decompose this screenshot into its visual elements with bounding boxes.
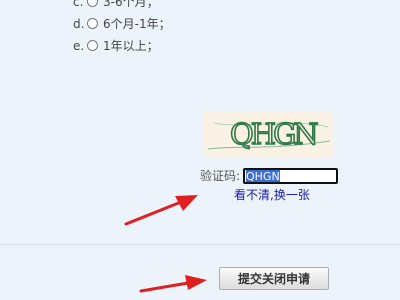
annotation-arrow-captcha bbox=[124, 195, 198, 226]
captcha-image[interactable]: QHGN bbox=[204, 111, 334, 157]
option-label: 3-6个月； bbox=[103, 0, 159, 9]
captcha-drawing: QHGN bbox=[207, 116, 331, 152]
radio-button[interactable] bbox=[87, 18, 98, 29]
option-label: 6个月-1年； bbox=[103, 17, 171, 31]
radio-button[interactable] bbox=[87, 0, 98, 7]
refresh-captcha-link[interactable]: 看不清,换一张 bbox=[234, 188, 310, 202]
captcha-label: 验证码: bbox=[200, 169, 241, 183]
option-row[interactable]: e. 1年以上； bbox=[73, 35, 333, 57]
captcha-input[interactable] bbox=[243, 168, 338, 184]
option-row[interactable]: d. 6个月-1年； bbox=[73, 13, 333, 35]
option-row[interactable]: c. 3-6个月； bbox=[73, 0, 333, 13]
option-letter: d. bbox=[73, 17, 85, 31]
radio-button[interactable] bbox=[87, 40, 98, 51]
annotation-arrow-submit bbox=[139, 275, 207, 293]
option-letter: e. bbox=[73, 39, 85, 53]
option-label: 1年以上； bbox=[103, 39, 159, 53]
captcha-text: QHGN bbox=[230, 117, 318, 151]
submit-close-request-button[interactable]: 提交关闭申请 bbox=[219, 267, 329, 290]
duration-options: c. 3-6个月； d. 6个月-1年； e. 1年以上； bbox=[73, 0, 333, 57]
option-letter: c. bbox=[73, 0, 84, 9]
divider bbox=[0, 244, 400, 245]
